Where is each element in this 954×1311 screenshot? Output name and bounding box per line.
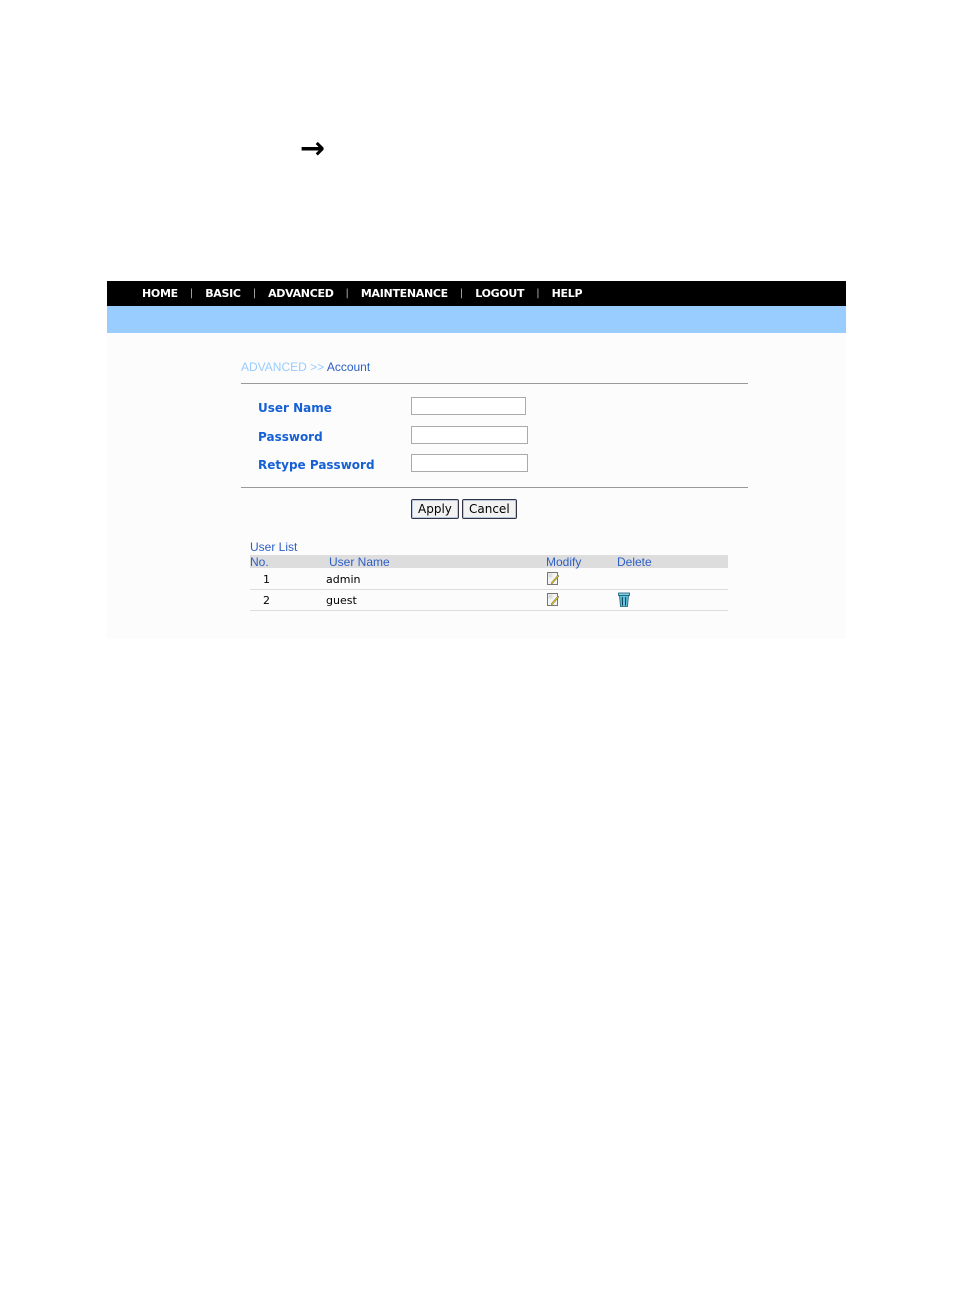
table-row: 1 admin <box>250 569 728 590</box>
nav-help[interactable]: HELP <box>552 287 583 300</box>
nav-maintenance[interactable]: MAINTENANCE <box>361 287 448 300</box>
col-modify: Modify <box>546 555 582 569</box>
nav-separator: | <box>345 288 349 299</box>
col-no: No. <box>250 555 269 569</box>
col-delete: Delete <box>617 555 652 569</box>
user-name-label: User Name <box>258 401 332 415</box>
row-no: 1 <box>263 573 270 586</box>
row-user-name: admin <box>326 573 361 586</box>
arrow-icon: → <box>300 131 326 166</box>
edit-icon[interactable] <box>547 572 559 585</box>
col-user-name: User Name <box>329 555 390 569</box>
user-list-title: User List <box>250 540 298 554</box>
nav-home[interactable]: HOME <box>142 287 178 300</box>
user-name-input[interactable] <box>411 397 526 415</box>
router-admin-panel: HOME | BASIC | ADVANCED | MAINTENANCE | … <box>107 281 846 639</box>
row-user-name: guest <box>326 594 357 607</box>
nav-separator: | <box>459 288 464 299</box>
top-nav: HOME | BASIC | ADVANCED | MAINTENANCE | … <box>107 281 846 306</box>
nav-separator: | <box>536 288 540 299</box>
user-list-header: No. User Name Modify Delete <box>250 555 728 569</box>
retype-password-input[interactable] <box>411 454 528 472</box>
breadcrumb: ADVANCED >> Account <box>241 360 370 374</box>
cancel-button[interactable]: Cancel <box>462 499 517 519</box>
nav-separator: | <box>252 288 257 299</box>
row-no: 2 <box>263 594 270 607</box>
trash-icon[interactable] <box>618 592 630 607</box>
nav-advanced[interactable]: ADVANCED <box>268 287 334 300</box>
sub-nav-bar <box>107 306 846 333</box>
nav-logout[interactable]: LOGOUT <box>475 287 524 300</box>
edit-icon[interactable] <box>547 593 559 606</box>
table-row: 2 guest <box>250 590 728 611</box>
divider <box>241 487 748 488</box>
nav-separator: | <box>189 288 194 299</box>
breadcrumb-section[interactable]: ADVANCED >> <box>241 360 324 374</box>
divider <box>241 383 748 384</box>
apply-button[interactable]: Apply <box>411 499 459 519</box>
retype-password-label: Retype Password <box>258 458 375 472</box>
nav-basic[interactable]: BASIC <box>205 287 241 300</box>
breadcrumb-page: Account <box>326 360 371 374</box>
password-input[interactable] <box>411 426 528 444</box>
password-label: Password <box>258 430 323 444</box>
